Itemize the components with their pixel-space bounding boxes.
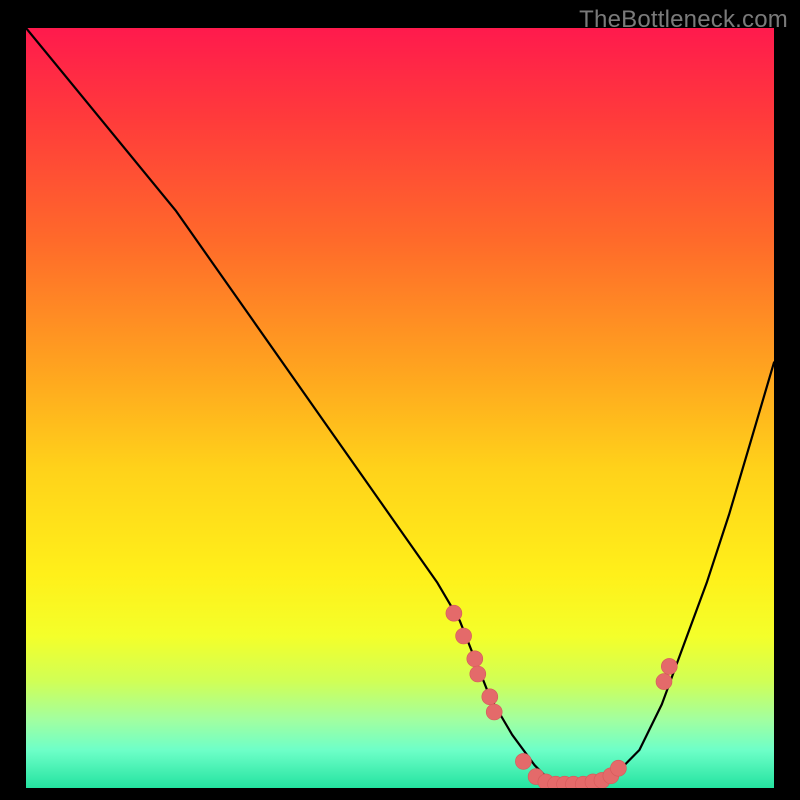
data-dot: [456, 628, 472, 644]
data-dots: [446, 605, 677, 788]
data-dot: [610, 760, 626, 776]
data-dot: [467, 651, 483, 667]
data-dot: [656, 674, 672, 690]
plot-area: [26, 28, 774, 788]
data-dot: [515, 753, 531, 769]
chart-container: TheBottleneck.com: [0, 0, 800, 800]
data-dot: [446, 605, 462, 621]
data-dot: [486, 704, 502, 720]
data-dot: [482, 689, 498, 705]
chart-svg: [26, 28, 774, 788]
data-dot: [661, 658, 677, 674]
data-dot: [470, 666, 486, 682]
